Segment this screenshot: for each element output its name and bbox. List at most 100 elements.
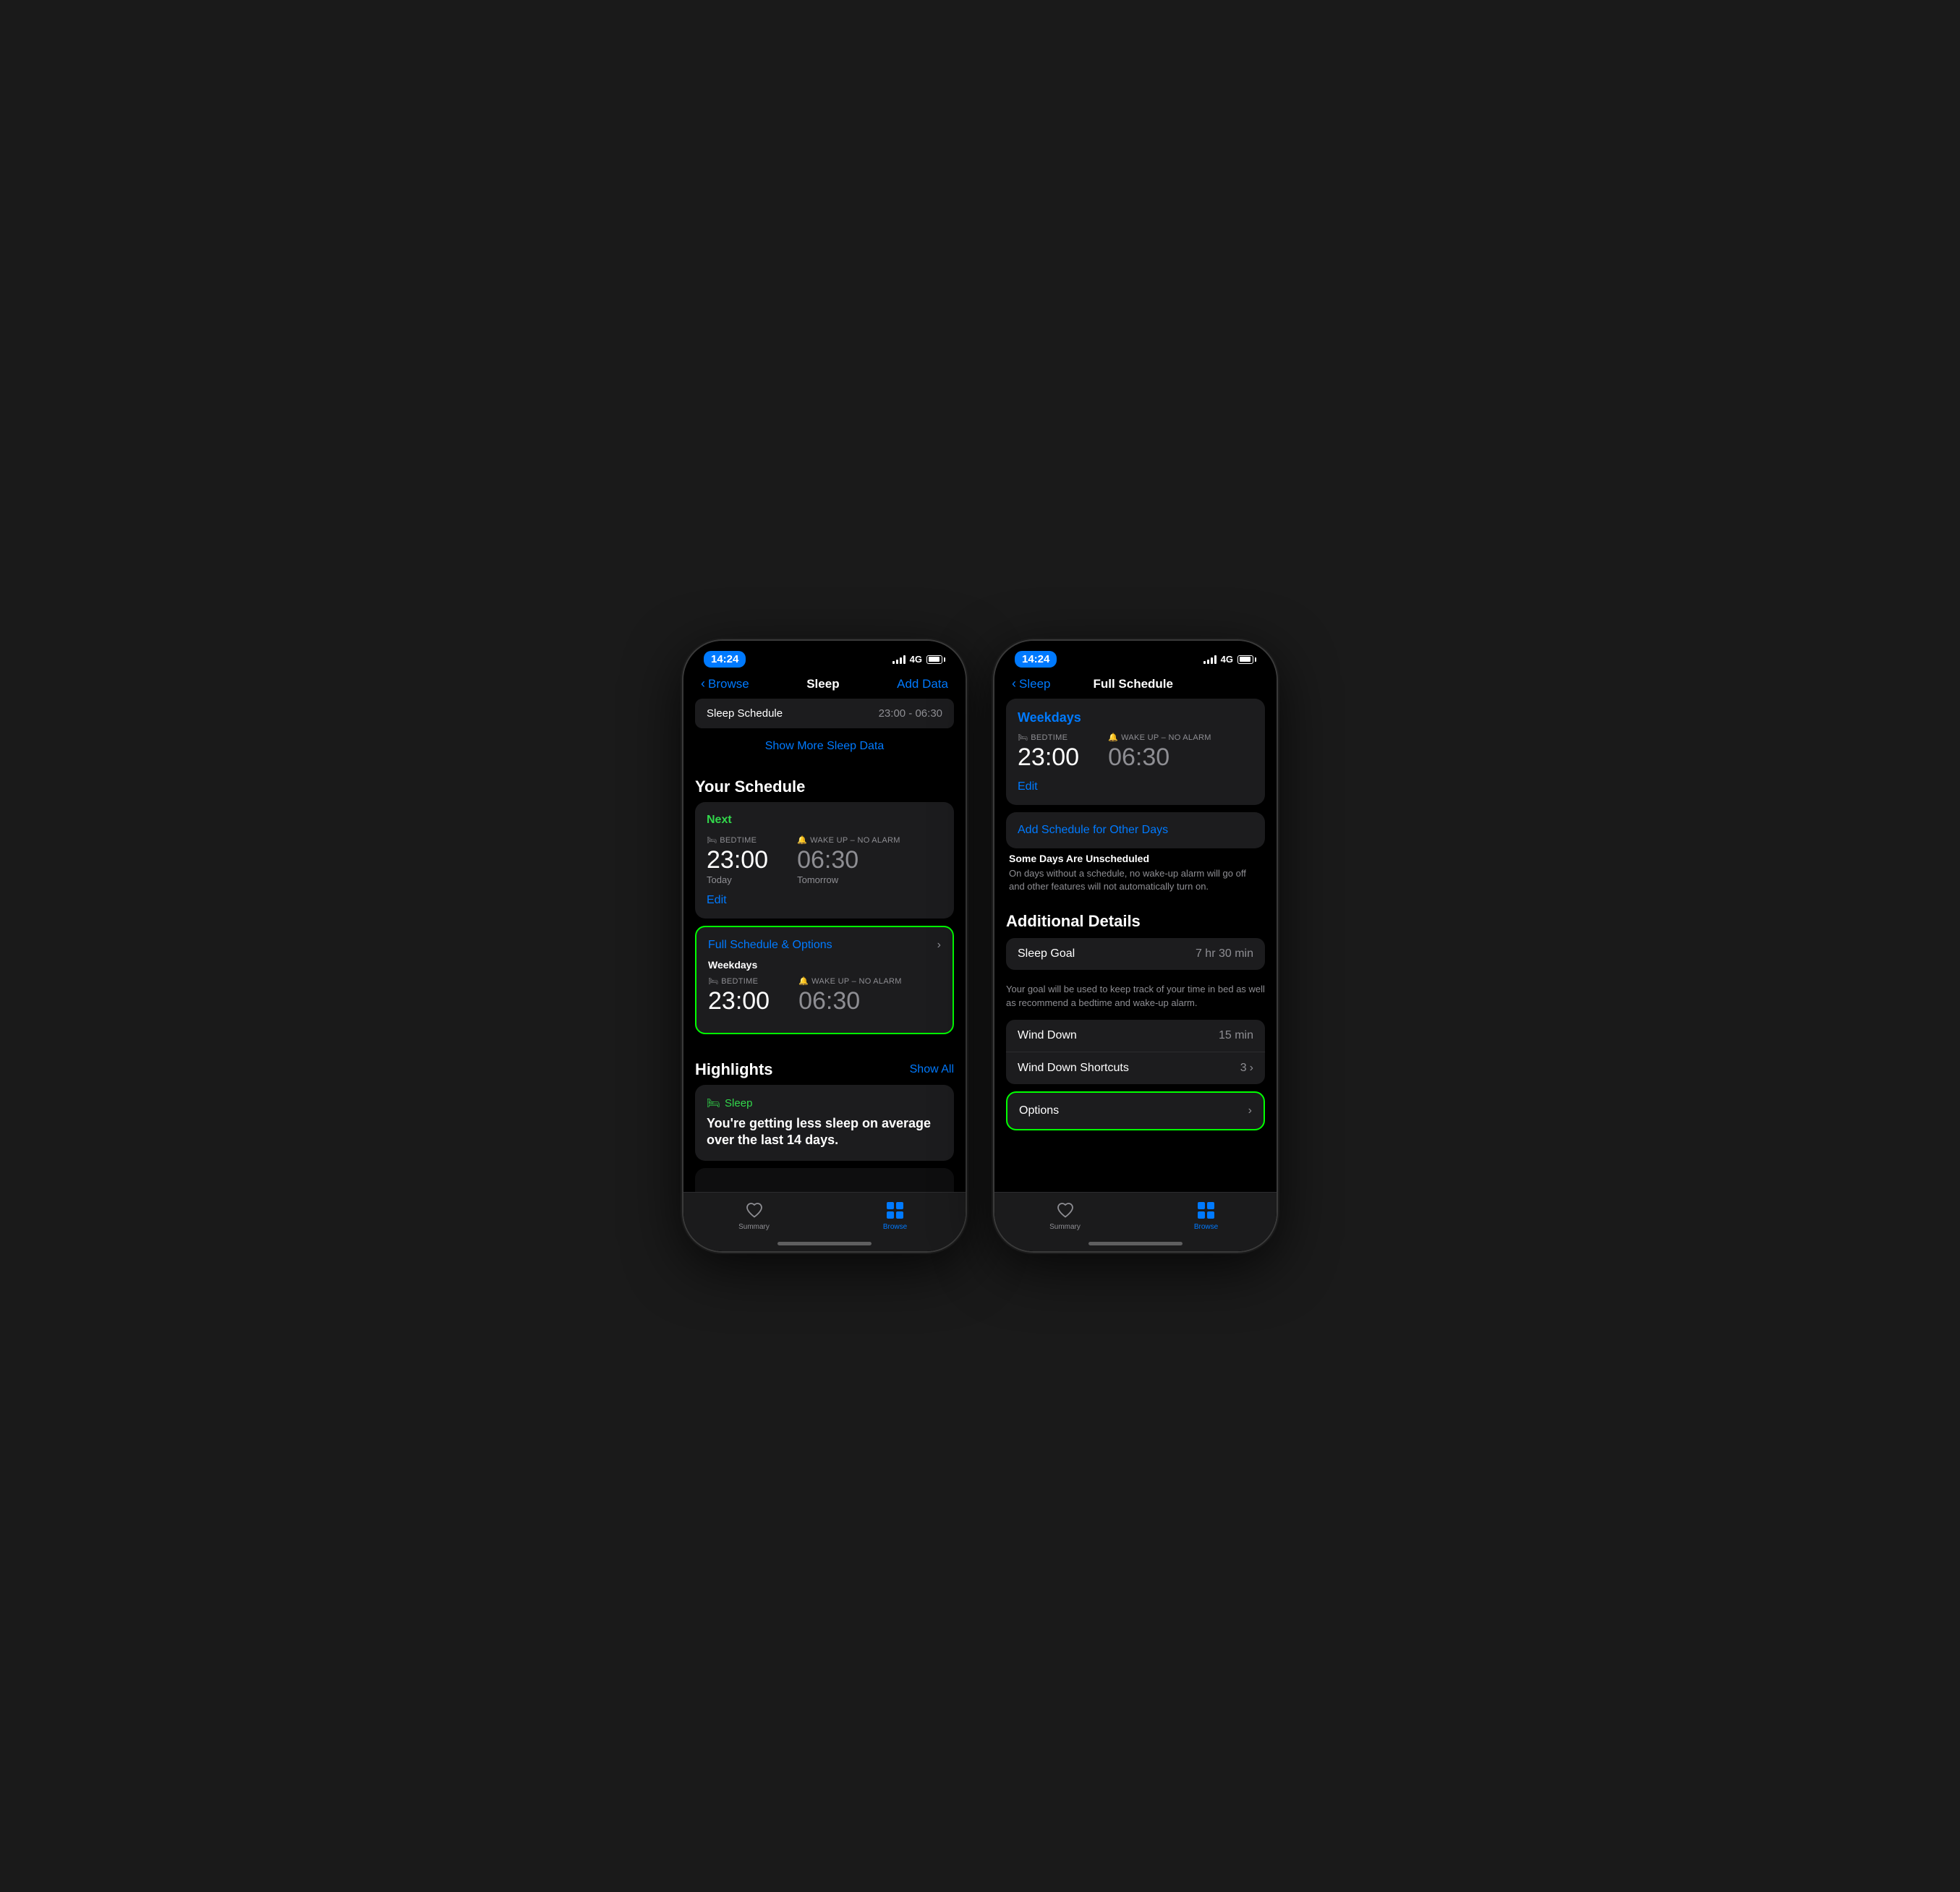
next-bedtime-time: 23:00	[707, 846, 768, 874]
bed-icon-2: 🛏	[708, 976, 718, 986]
sleep-goal-label: Sleep Goal	[1018, 947, 1075, 960]
bed-icon-p2: 🛏	[1018, 733, 1028, 742]
sleep-schedule-label: Sleep Schedule	[707, 707, 783, 720]
next-bedtime-label: 🛏 BEDTIME	[707, 835, 768, 845]
heart-icon-1	[744, 1200, 764, 1220]
sleep-schedule-time: 23:00 - 06:30	[879, 707, 942, 720]
show-more-sleep-btn[interactable]: Show More Sleep Data	[683, 730, 966, 763]
chevron-left-icon-1: ‹	[701, 676, 705, 691]
alarm-icon-2: 🔔	[798, 976, 809, 986]
nav-bar-2: ‹ Sleep Full Schedule	[994, 673, 1277, 699]
notch-1	[767, 641, 882, 662]
phone-2-screen: 14:24 4G	[994, 641, 1277, 1251]
p2-bedtime-col: 🛏 BEDTIME 23:00	[1018, 733, 1079, 772]
wind-down-row: Wind Down 15 min	[1006, 1020, 1265, 1052]
wind-down-value: 15 min	[1219, 1029, 1253, 1042]
next-wake-sub: Tomorrow	[797, 874, 900, 885]
tab-summary-label-2: Summary	[1049, 1223, 1081, 1231]
full-schedule-bedtime-col: 🛏 BEDTIME 23:00	[708, 976, 770, 1015]
next-wake-col: 🔔 WAKE UP – NO ALARM 06:30 Tomorrow	[797, 835, 900, 885]
status-icons-2: 4G	[1203, 654, 1256, 665]
sleep-goal-row: Sleep Goal 7 hr 30 min	[1006, 938, 1265, 970]
screen-content-1: Sleep Schedule 23:00 - 06:30 Show More S…	[683, 699, 966, 1240]
next-wake-label: 🔔 WAKE UP – NO ALARM	[797, 835, 900, 845]
goal-desc: Your goal will be used to keep track of …	[994, 977, 1277, 1019]
chevron-right-icon-full: ›	[937, 939, 941, 952]
chevron-right-options: ›	[1248, 1104, 1252, 1117]
highlights-card: 🛏 Sleep You're getting less sleep on ave…	[695, 1085, 954, 1161]
unscheduled-note: Some Days Are Unscheduled On days withou…	[1006, 853, 1265, 893]
weekdays-label: Weekdays	[1018, 710, 1253, 733]
additional-details-header: Additional Details	[994, 905, 1277, 938]
phones-container: 14:24 4G	[683, 641, 1277, 1251]
full-schedule-wake-col: 🔔 WAKE UP – NO ALARM 06:30	[798, 976, 902, 1015]
weekdays-card: Weekdays 🛏 BEDTIME 23:00 🔔	[1006, 699, 1265, 805]
wind-down-label: Wind Down	[1018, 1029, 1077, 1042]
full-schedule-bedtime-label: 🛏 BEDTIME	[708, 976, 770, 986]
tab-browse-2[interactable]: Browse	[1135, 1200, 1277, 1231]
phone-1-screen: 14:24 4G	[683, 641, 966, 1251]
p2-edit-btn[interactable]: Edit	[1018, 780, 1253, 793]
nav-title-1: Sleep	[806, 677, 839, 691]
full-schedule-card[interactable]: Full Schedule & Options › Weekdays 🛏 BED…	[695, 926, 954, 1034]
full-schedule-bedtime-row: 🛏 BEDTIME 23:00 🔔 WAKE UP – NO ALARM 06:…	[708, 976, 941, 1015]
nav-bar-1: ‹ Browse Sleep Add Data	[683, 673, 966, 699]
signal-bars-2	[1203, 655, 1217, 664]
phone-2: 14:24 4G	[994, 641, 1277, 1251]
tab-summary-label-1: Summary	[738, 1223, 770, 1231]
options-card[interactable]: Options ›	[1006, 1091, 1265, 1130]
unscheduled-title: Some Days Are Unscheduled	[1009, 853, 1262, 864]
p2-bedtime-time: 23:00	[1018, 743, 1079, 772]
full-schedule-bedtime-time: 23:00	[708, 987, 770, 1015]
nav-back-1[interactable]: ‹ Browse	[701, 676, 749, 691]
your-schedule-header: Your Schedule	[683, 763, 966, 802]
chevron-right-shortcuts: ›	[1250, 1062, 1253, 1075]
highlight-text: You're getting less sleep on average ove…	[707, 1115, 942, 1149]
full-schedule-wake-time: 06:30	[798, 987, 902, 1015]
battery-2	[1237, 655, 1256, 664]
full-schedule-subtitle: Weekdays	[708, 959, 941, 971]
signal-bars-1	[892, 655, 906, 664]
browse-icon-1	[885, 1200, 906, 1220]
status-icons-1: 4G	[892, 654, 945, 665]
highlight-label: 🛏 Sleep	[707, 1096, 942, 1109]
next-schedule-card: Next 🛏 BEDTIME 23:00 Today �	[695, 802, 954, 919]
signal-label-2: 4G	[1221, 654, 1233, 665]
alarm-icon-1: 🔔	[797, 835, 807, 845]
next-bedtime-sub: Today	[707, 874, 768, 885]
p2-bedtime-row: 🛏 BEDTIME 23:00 🔔 WAKE UP – NO ALARM 06:…	[1018, 733, 1253, 772]
sleep-goal-value: 7 hr 30 min	[1196, 947, 1253, 960]
full-schedule-title: Full Schedule & Options ›	[708, 939, 941, 952]
signal-label-1: 4G	[910, 654, 922, 665]
nav-back-2[interactable]: ‹ Sleep	[1012, 676, 1050, 691]
highlights-header: Highlights	[695, 1060, 773, 1079]
tab-summary-2[interactable]: Summary	[994, 1200, 1135, 1231]
status-time-1: 14:24	[704, 651, 746, 668]
browse-icon-2	[1196, 1200, 1217, 1220]
wind-down-shortcuts-label: Wind Down Shortcuts	[1018, 1062, 1129, 1075]
show-all-btn[interactable]: Show All	[910, 1063, 954, 1076]
nav-action-1[interactable]: Add Data	[897, 677, 948, 691]
sleep-icon: 🛏	[707, 1096, 720, 1109]
next-wake-time: 06:30	[797, 846, 900, 874]
nav-title-2: Full Schedule	[1093, 677, 1173, 691]
home-indicator-2	[1088, 1242, 1183, 1245]
add-schedule-btn[interactable]: Add Schedule for Other Days	[1006, 812, 1265, 848]
bed-icon-1: 🛏	[707, 835, 717, 845]
heart-icon-2	[1055, 1200, 1075, 1220]
home-indicator-1	[777, 1242, 872, 1245]
options-label: Options	[1019, 1104, 1059, 1117]
tab-summary-1[interactable]: Summary	[683, 1200, 825, 1231]
p2-wake-col: 🔔 WAKE UP – NO ALARM 06:30	[1108, 733, 1211, 772]
next-edit-btn[interactable]: Edit	[707, 894, 942, 907]
p2-wake-time: 06:30	[1108, 743, 1211, 772]
tab-browse-label-1: Browse	[883, 1223, 907, 1231]
wind-down-shortcuts-row[interactable]: Wind Down Shortcuts 3 ›	[1006, 1052, 1265, 1084]
tab-browse-label-2: Browse	[1194, 1223, 1218, 1231]
highlights-section-row: Highlights Show All	[683, 1046, 966, 1085]
details-card: Sleep Goal 7 hr 30 min	[1006, 938, 1265, 970]
wind-down-shortcuts-value: 3 ›	[1240, 1062, 1253, 1075]
p2-bedtime-label: 🛏 BEDTIME	[1018, 733, 1079, 742]
tab-browse-1[interactable]: Browse	[825, 1200, 966, 1231]
phone-1: 14:24 4G	[683, 641, 966, 1251]
